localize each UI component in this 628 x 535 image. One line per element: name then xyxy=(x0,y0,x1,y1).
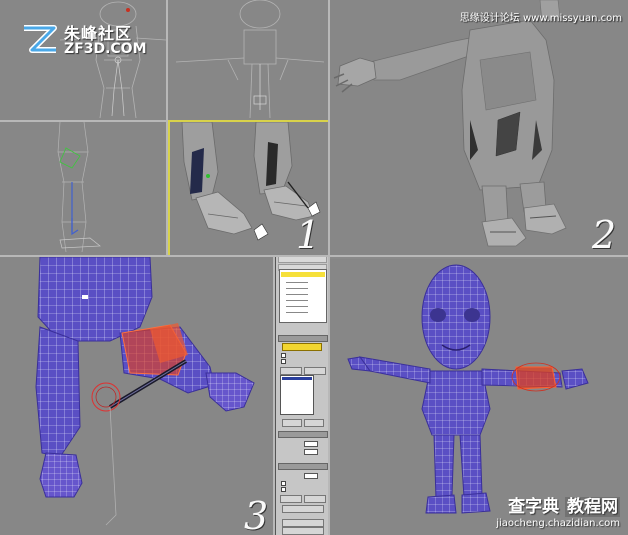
rollout-parameters[interactable] xyxy=(278,335,328,342)
squash-field[interactable] xyxy=(304,449,318,455)
viewport-number-3: 3 xyxy=(244,494,269,535)
rollout-envelope-properties[interactable] xyxy=(278,431,328,438)
modifier-stack[interactable] xyxy=(279,269,327,323)
panel-object-name-field[interactable] xyxy=(278,256,327,263)
wireframe-front-view xyxy=(59,1,166,119)
remove-button[interactable] xyxy=(304,419,324,427)
separator-v-3 xyxy=(273,257,275,535)
viewport-top-left[interactable]: 朱峰社区 ZF3D.COM xyxy=(0,0,166,120)
checkbox-envelopes[interactable] xyxy=(281,359,286,364)
watermark-top: 思缘设计论坛 www.missyuan.com xyxy=(459,13,622,24)
checkbox-rigid-handles[interactable] xyxy=(281,487,286,492)
select-excluded-button[interactable] xyxy=(282,505,324,513)
viewport-number-1: 1 xyxy=(296,213,321,255)
remove-bone-button[interactable] xyxy=(304,367,326,375)
viewport-bottom-right[interactable]: 查字典 教程网 jiaocheng.chazidian.com xyxy=(330,259,628,535)
watermark-bottom-highlight: 教程网 xyxy=(565,497,620,517)
logo-text-en: ZF3D.COM xyxy=(64,41,147,57)
wireframe-left-view xyxy=(57,122,101,253)
3dsmax-screenshot: 朱峰社区 ZF3D.COM 2 思缘设计论坛 www.missyuan.com … xyxy=(0,0,628,535)
viewport-number-2: 2 xyxy=(592,213,617,257)
add-button[interactable] xyxy=(282,419,302,427)
include-verts-button[interactable] xyxy=(304,495,326,503)
viewport-bottom-left[interactable]: 3 xyxy=(0,257,273,535)
bones-list-selected[interactable] xyxy=(282,377,312,380)
active-viewport-border-left xyxy=(168,120,170,257)
checkbox-vertices[interactable] xyxy=(281,353,286,358)
watermark-bottom: 查字典 教程网 jiaocheng.chazidian.com xyxy=(496,492,620,529)
add-bone-button[interactable] xyxy=(280,367,302,375)
edit-envelopes-button[interactable] xyxy=(282,343,322,351)
bones-list[interactable] xyxy=(280,375,314,415)
abs-effect-field[interactable] xyxy=(304,473,318,479)
separator-h-2 xyxy=(0,255,628,257)
viewport-top-middle[interactable] xyxy=(168,0,328,120)
command-panel[interactable] xyxy=(275,255,330,535)
checkbox-rigid[interactable] xyxy=(281,481,286,486)
paint-weights-button[interactable] xyxy=(282,527,324,535)
viewport-center-legs[interactable]: 1 xyxy=(168,122,328,255)
character-skinned-mesh xyxy=(35,257,255,526)
separator-v-2 xyxy=(328,0,330,535)
viewport-middle-left[interactable] xyxy=(0,122,166,255)
rollout-weight-properties[interactable] xyxy=(278,463,328,470)
weight-table-button[interactable] xyxy=(282,519,324,527)
watermark-bottom-main: 查字典 xyxy=(508,497,560,517)
modifier-stack-selected[interactable] xyxy=(281,272,325,277)
radius-field[interactable] xyxy=(304,441,318,447)
wireframe-side-view xyxy=(175,0,325,119)
exclude-verts-button[interactable] xyxy=(280,495,302,503)
3d-model-full-body xyxy=(333,0,567,247)
watermark-bottom-url: jiaocheng.chazidian.com xyxy=(496,518,620,529)
viewport-top-right[interactable]: 2 思缘设计论坛 www.missyuan.com xyxy=(330,0,628,257)
active-viewport-border-top xyxy=(168,120,328,122)
